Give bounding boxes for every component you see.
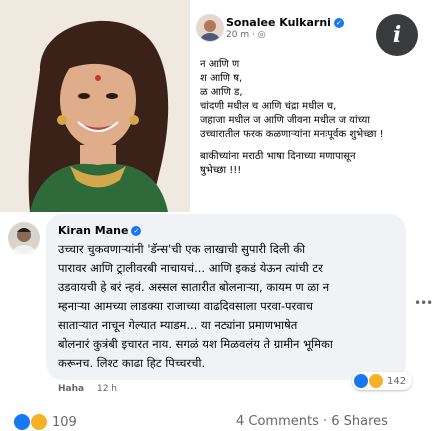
- haha-button[interactable]: Haha: [58, 384, 84, 394]
- comment-line: साताऱ्यात नाचून गेल्यात म्याडम... या नट्…: [58, 318, 298, 332]
- post-text: न आणि ण श आणि ष, ळ आणि ड, चांदणी मधील च …: [200, 58, 428, 178]
- info-icon[interactable]: i: [393, 22, 401, 48]
- comment-line: बोलनारं कुत्रंबी इचारत नाय. सगळं यश मिळव…: [58, 337, 333, 351]
- info-button[interactable]: i: [376, 14, 418, 56]
- verified-badge-icon: ✓: [333, 18, 344, 28]
- haha-reaction-icon: [31, 414, 47, 430]
- post-footer: 109 4 Comments · 6 Shares: [0, 412, 432, 431]
- globe-icon: ◎: [257, 30, 266, 40]
- comment-reactions[interactable]: 142: [352, 372, 413, 390]
- comment-line: उडवायची हे बरं न्हवं. अस्सल सातारीत बोलन…: [58, 280, 330, 294]
- author-name[interactable]: Sonalee Kulkarni ✓: [226, 16, 344, 29]
- like-reaction-icon: [14, 414, 30, 430]
- post-line: बाकीच्यांना मराठी भाषा दिनाच्या मणापासून: [200, 151, 356, 162]
- post: Sonalee Kulkarni ✓ 20 m · ◎ i न आणि ण श आ…: [0, 0, 432, 212]
- comment-line: पारावर आणि ट्रालीवरबी नाचायचं... आणि इकड…: [58, 261, 323, 275]
- comment-time[interactable]: 12 h: [97, 384, 117, 394]
- verified-badge-icon: ✓: [131, 226, 142, 236]
- like-reaction-icon: [354, 374, 368, 388]
- comments-shares-count[interactable]: 4 Comments · 6 Shares: [236, 414, 388, 429]
- comment-actions: Haha 12 h: [58, 384, 117, 394]
- post-reaction-count: 109: [52, 414, 77, 430]
- author-avatar[interactable]: [196, 14, 224, 42]
- post-timestamp[interactable]: 20 m · ◎: [226, 30, 266, 40]
- commenter-name-text[interactable]: Kiran Mane: [58, 224, 128, 237]
- comment-reaction-count: 142: [387, 375, 407, 387]
- comment-line: करूनच. लिश्ट काढा हिट पिच्चरची.: [58, 356, 206, 370]
- more-options-icon[interactable]: •••: [414, 296, 432, 310]
- author-name-text[interactable]: Sonalee Kulkarni: [226, 16, 331, 29]
- post-line: चांदणी मधील च आणि चंद्रा मधील च,: [200, 101, 337, 112]
- commenter-avatar[interactable]: [8, 222, 40, 254]
- post-reactions[interactable]: 109: [14, 414, 77, 430]
- post-line: न आणि ण: [200, 59, 240, 70]
- comment-line: म्हनाऱ्या आमच्या लाडक्या राजाच्या वाढदिव…: [58, 299, 313, 313]
- post-photo[interactable]: [0, 0, 190, 212]
- comment-line: उच्चार चुकवणाऱ्यांनी 'डॅन्स'ची एक लाखाची…: [58, 242, 306, 256]
- comment-text: उच्चार चुकवणाऱ्यांनी 'डॅन्स'ची एक लाखाची…: [58, 240, 400, 373]
- post-line: षुभेच्छा !!!: [200, 165, 242, 176]
- post-line: जहाजा मधील ज आणि जीवना मधील ज यांच्या: [200, 115, 370, 126]
- comment-bubble: Kiran Mane ✓ उच्चार चुकवणाऱ्यांनी 'डॅन्स'…: [46, 214, 406, 380]
- post-line: श आणि ष,: [200, 73, 243, 84]
- haha-reaction-icon: [369, 374, 383, 388]
- post-meta-text[interactable]: 20 m ·: [226, 30, 255, 40]
- post-line: ळ आणि ड,: [200, 87, 243, 98]
- commenter-name[interactable]: Kiran Mane ✓: [58, 224, 142, 237]
- post-line: उच्चारातील फरक कळणाऱ्यांना मनःपूर्वक शुभ…: [200, 129, 384, 140]
